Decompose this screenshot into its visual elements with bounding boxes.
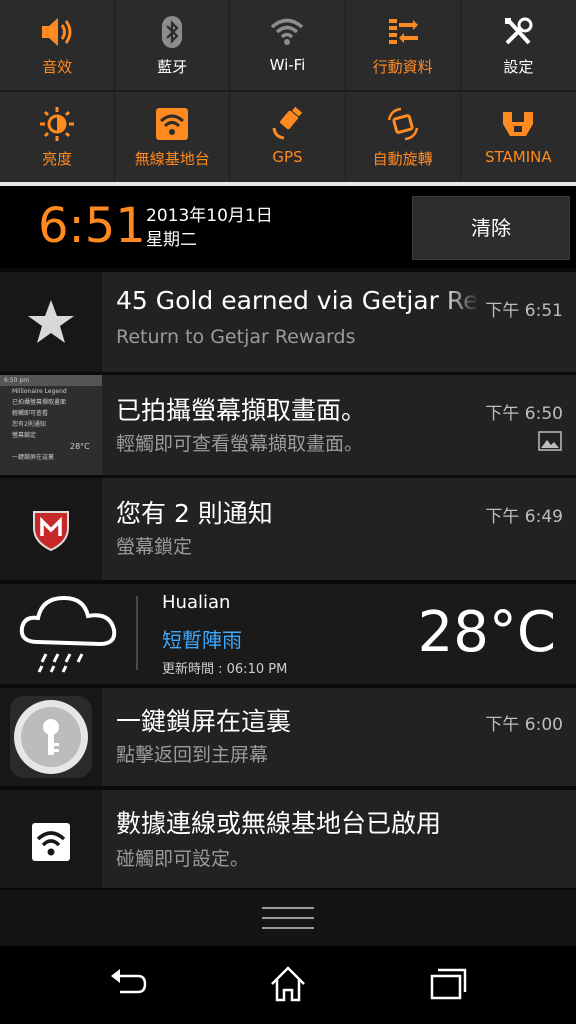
auto-rotate-icon [387, 107, 418, 141]
notification-subtitle: 點擊返回到主屏幕 [116, 744, 269, 766]
thumbnail-line: 螢幕鎖定 [12, 432, 37, 439]
wifi-toggle[interactable]: Wi-Fi [230, 0, 346, 90]
quick-settings-row-1: 音效 藍牙 Wi-Fi 行動資料 設定 [0, 0, 576, 90]
home-button[interactable] [268, 964, 308, 1004]
recent-apps-button[interactable] [428, 964, 468, 1004]
clock: 6:51 [38, 198, 146, 254]
volume-icon [42, 18, 72, 46]
hotspot-toggle[interactable]: 無線基地台 [115, 92, 231, 182]
settings-toggle[interactable]: 設定 [461, 0, 576, 90]
screenshot-thumbnail: 6:50 pm Millionaire Legend 已拍攝螢幕擷取畫面 輕觸即… [0, 375, 102, 475]
star-icon [28, 300, 74, 343]
notification-time: 下午 6:51 [479, 296, 563, 321]
date-block: 2013年10月1日 星期二 [146, 204, 273, 252]
title-fade [440, 272, 480, 372]
gps-label: GPS [272, 148, 303, 166]
mobile-data-icon [388, 19, 418, 44]
wifi-label: Wi-Fi [269, 56, 306, 74]
notification-getjar[interactable]: 45 Gold earned via Getjar Re Return to G… [0, 272, 576, 372]
notification-time: 下午 6:49 [479, 502, 563, 527]
notification-title: 一鍵鎖屏在這裏 [116, 707, 292, 736]
auto-rotate-label: 自動旋轉 [372, 150, 433, 168]
brightness-toggle[interactable]: 亮度 [0, 92, 116, 182]
auto-rotate-toggle[interactable]: 自動旋轉 [346, 92, 461, 182]
weekday-text: 星期二 [146, 230, 197, 250]
navigation-bar [0, 946, 576, 1024]
key-lock-icon [14, 700, 88, 774]
notification-subtitle: 輕觸即可查看螢幕擷取畫面。 [116, 433, 364, 455]
sound-toggle[interactable]: 音效 [0, 0, 116, 90]
notification-subtitle: Return to Getjar Rewards [116, 326, 356, 348]
settings-label: 設定 [503, 58, 534, 76]
mobile-data-label: 行動資料 [372, 58, 433, 76]
notification-icon-box [0, 272, 102, 372]
weather-updated: 更新時間 : 06:10 PM [162, 662, 288, 677]
rain-cloud-icon [19, 595, 117, 673]
panel-drag-area[interactable] [0, 890, 576, 946]
weather-divider [136, 596, 138, 670]
stamina-icon [503, 112, 534, 136]
drag-handle-icon[interactable] [262, 906, 314, 930]
settings-tools-icon [505, 17, 533, 45]
notification-time: 下午 6:50 [479, 399, 563, 424]
hotspot-icon [156, 108, 189, 140]
thumbnail-line: 28°C [70, 442, 90, 451]
hotspot-label: 無線基地台 [134, 150, 210, 168]
notification-one-key-lock[interactable]: 一鍵鎖屏在這裏 點擊返回到主屏幕 下午 6:00 [0, 688, 576, 786]
wifi-icon [271, 18, 304, 45]
notification-title: 數據連線或無線基地台已啟用 [116, 809, 442, 838]
back-button[interactable] [108, 964, 148, 1004]
quick-settings-panel: 音效 藍牙 Wi-Fi 行動資料 設定 亮度 無線基地台 GPS 自動旋轉 ST… [0, 0, 576, 182]
thumbnail-line: 一鍵鎖屏在這裏 [12, 454, 55, 461]
thumbnail-line: 您有2則通知 [12, 421, 46, 428]
notification-hotspot[interactable]: 數據連線或無線基地台已啟用 碰觸即可設定。 [0, 790, 576, 888]
mcafee-icon [33, 511, 69, 552]
notification-icon-box [0, 478, 102, 580]
thumbnail-line: Millionaire Legend [12, 388, 67, 395]
notification-icon-box [0, 688, 102, 786]
notification-title: 45 Gold earned via Getjar Re [116, 286, 476, 315]
bluetooth-icon [162, 16, 183, 48]
image-icon [538, 431, 562, 451]
thumbnail-line: 6:50 pm [0, 375, 102, 386]
mobile-data-toggle[interactable]: 行動資料 [346, 0, 461, 90]
notification-screenshot[interactable]: 6:50 pm Millionaire Legend 已拍攝螢幕擷取畫面 輕觸即… [0, 375, 576, 475]
date-text: 2013年10月1日 [146, 206, 273, 226]
brightness-icon [40, 107, 75, 141]
stamina-label: STAMINA [485, 148, 552, 166]
weather-city: Hualian [162, 592, 231, 613]
hotspot-icon [32, 823, 70, 861]
weather-temperature: 28°C [417, 600, 556, 665]
stamina-toggle[interactable]: STAMINA [461, 92, 576, 182]
quick-settings-row-2: 亮度 無線基地台 GPS 自動旋轉 STAMINA [0, 92, 576, 182]
thumbnail-line: 已拍攝螢幕擷取畫面 [12, 399, 67, 406]
weather-widget[interactable]: Hualian 短暫陣雨 更新時間 : 06:10 PM 28°C [0, 584, 576, 684]
notification-header: 6:51 2013年10月1日 星期二 清除 [0, 186, 576, 268]
weather-condition: 短暫陣雨 [162, 628, 242, 652]
bluetooth-label: 藍牙 [157, 58, 188, 76]
notification-title: 您有 2 則通知 [116, 499, 273, 528]
notification-mcafee[interactable]: 您有 2 則通知 螢幕鎖定 下午 6:49 [0, 478, 576, 580]
gps-toggle[interactable]: GPS [230, 92, 346, 182]
brightness-label: 亮度 [42, 150, 73, 168]
notification-subtitle: 碰觸即可設定。 [116, 848, 250, 870]
sound-label: 音效 [42, 58, 73, 76]
notification-icon-box [0, 790, 102, 888]
gps-icon [272, 106, 303, 140]
notification-subtitle: 螢幕鎖定 [116, 536, 193, 558]
clear-all-button[interactable]: 清除 [412, 196, 570, 260]
notification-time: 下午 6:00 [479, 710, 563, 735]
thumbnail-line: 輕觸即可查看 [12, 410, 49, 417]
notification-title: 已拍攝螢幕擷取畫面。 [116, 396, 367, 425]
bluetooth-toggle[interactable]: 藍牙 [115, 0, 231, 90]
